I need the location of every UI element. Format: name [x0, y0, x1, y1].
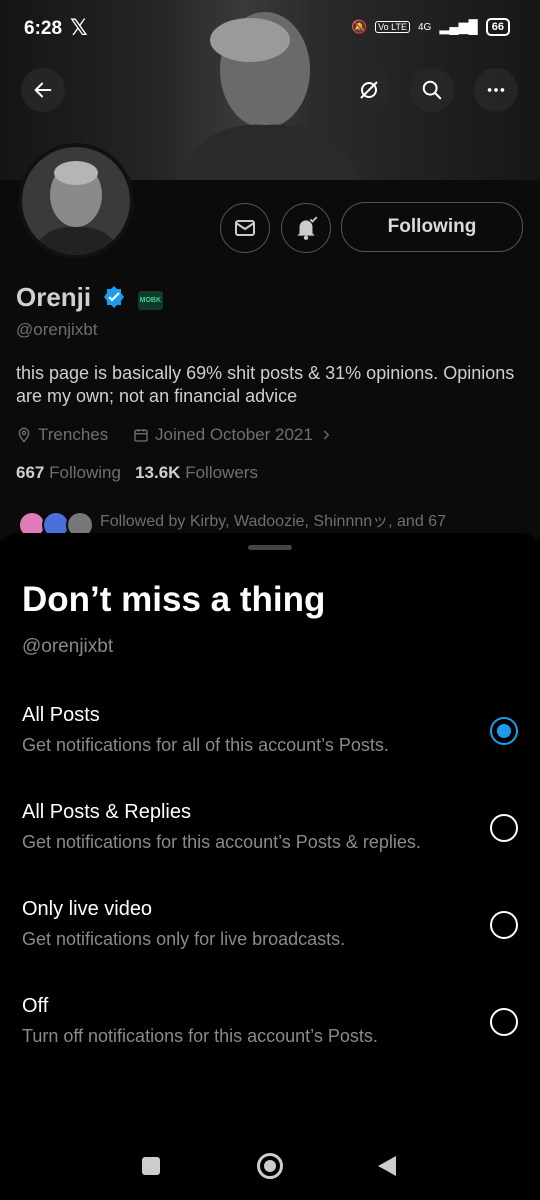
- following-count: 667: [16, 463, 45, 482]
- network-label: 4G: [417, 21, 432, 33]
- profile-name-text: Orenji: [16, 282, 92, 312]
- status-bar: 6:28 𝕏 🔕 Vo LTE 4G ▂▄▆█ 66: [0, 0, 540, 58]
- sheet-handle: @orenjixbt: [22, 636, 114, 657]
- radio-off[interactable]: [490, 1008, 518, 1036]
- location-icon: [18, 427, 30, 443]
- radio-only-live-video[interactable]: [490, 911, 518, 939]
- profile-name: Orenji MOBK: [16, 282, 163, 313]
- profile-location: Trenches: [16, 425, 108, 445]
- notifications-button[interactable]: [281, 203, 331, 253]
- avatar[interactable]: [18, 143, 134, 259]
- recents-icon[interactable]: [142, 1157, 160, 1175]
- option-title: All Posts & Replies: [22, 801, 191, 823]
- more-icon: [487, 88, 505, 92]
- status-icons: 🔕 Vo LTE 4G ▂▄▆█ 66: [351, 18, 510, 36]
- location-text: Trenches: [38, 425, 109, 444]
- profile-handle: @orenjixbt: [16, 320, 98, 339]
- profile-bio: this page is basically 69% shit posts & …: [16, 363, 515, 406]
- back-icon[interactable]: [376, 1154, 398, 1178]
- signal-icon: ▂▄▆█: [439, 19, 478, 34]
- chevron-right-icon: [323, 430, 330, 440]
- sheet-grabber[interactable]: [248, 545, 292, 550]
- follow-counts: 667 Following 13.6K Followers: [16, 463, 258, 483]
- avatar-photo: [22, 147, 130, 255]
- radio-all-posts[interactable]: [490, 717, 518, 745]
- following-label: Following: [49, 463, 121, 482]
- option-desc: Get notifications for this account’s Pos…: [22, 832, 421, 852]
- affiliate-badge[interactable]: MOBK: [137, 291, 163, 310]
- search-icon: [422, 80, 442, 100]
- no-sync-button[interactable]: [347, 68, 391, 112]
- system-nav-bar: [0, 1130, 540, 1200]
- volte-badge: Vo LTE: [375, 21, 410, 33]
- option-desc: Turn off notifications for this account’…: [22, 1026, 378, 1046]
- followers-link[interactable]: 13.6K Followers: [135, 463, 258, 482]
- verified-icon: [104, 286, 125, 308]
- following-link[interactable]: 667 Following: [16, 463, 121, 482]
- radio-all-posts-replies[interactable]: [490, 814, 518, 842]
- calendar-icon: [134, 429, 148, 442]
- option-title: All Posts: [22, 704, 100, 726]
- sheet-title: Don’t miss a thing: [22, 580, 326, 619]
- back-button[interactable]: [21, 68, 65, 112]
- back-arrow-icon: [34, 82, 52, 98]
- following-button[interactable]: Following: [341, 202, 523, 252]
- option-desc: Get notifications only for live broadcas…: [22, 929, 346, 949]
- profile-joined[interactable]: Joined October 2021: [133, 425, 333, 445]
- status-time: 6:28: [24, 18, 63, 39]
- mail-icon: [235, 220, 255, 236]
- message-button[interactable]: [220, 203, 270, 253]
- bell-check-icon: [297, 216, 318, 240]
- option-desc: Get notifications for all of this accoun…: [22, 735, 389, 755]
- search-button[interactable]: [410, 68, 454, 112]
- x-logo-icon: 𝕏: [70, 15, 88, 40]
- joined-text: Joined October 2021: [155, 425, 313, 444]
- followers-count: 13.6K: [135, 463, 181, 482]
- more-button[interactable]: [474, 68, 518, 112]
- mute-icon: 🔕: [350, 19, 368, 34]
- option-title: Only live video: [22, 898, 153, 920]
- no-sync-icon: [360, 81, 378, 99]
- followed-by-text[interactable]: Followed by Kirby, Wadoozie, Shinnnnッ, a…: [100, 507, 446, 531]
- battery-indicator: 66: [485, 18, 510, 36]
- home-icon[interactable]: [257, 1153, 283, 1179]
- option-title: Off: [22, 995, 49, 1017]
- notification-sheet: [0, 533, 540, 1200]
- followers-label: Followers: [185, 463, 258, 482]
